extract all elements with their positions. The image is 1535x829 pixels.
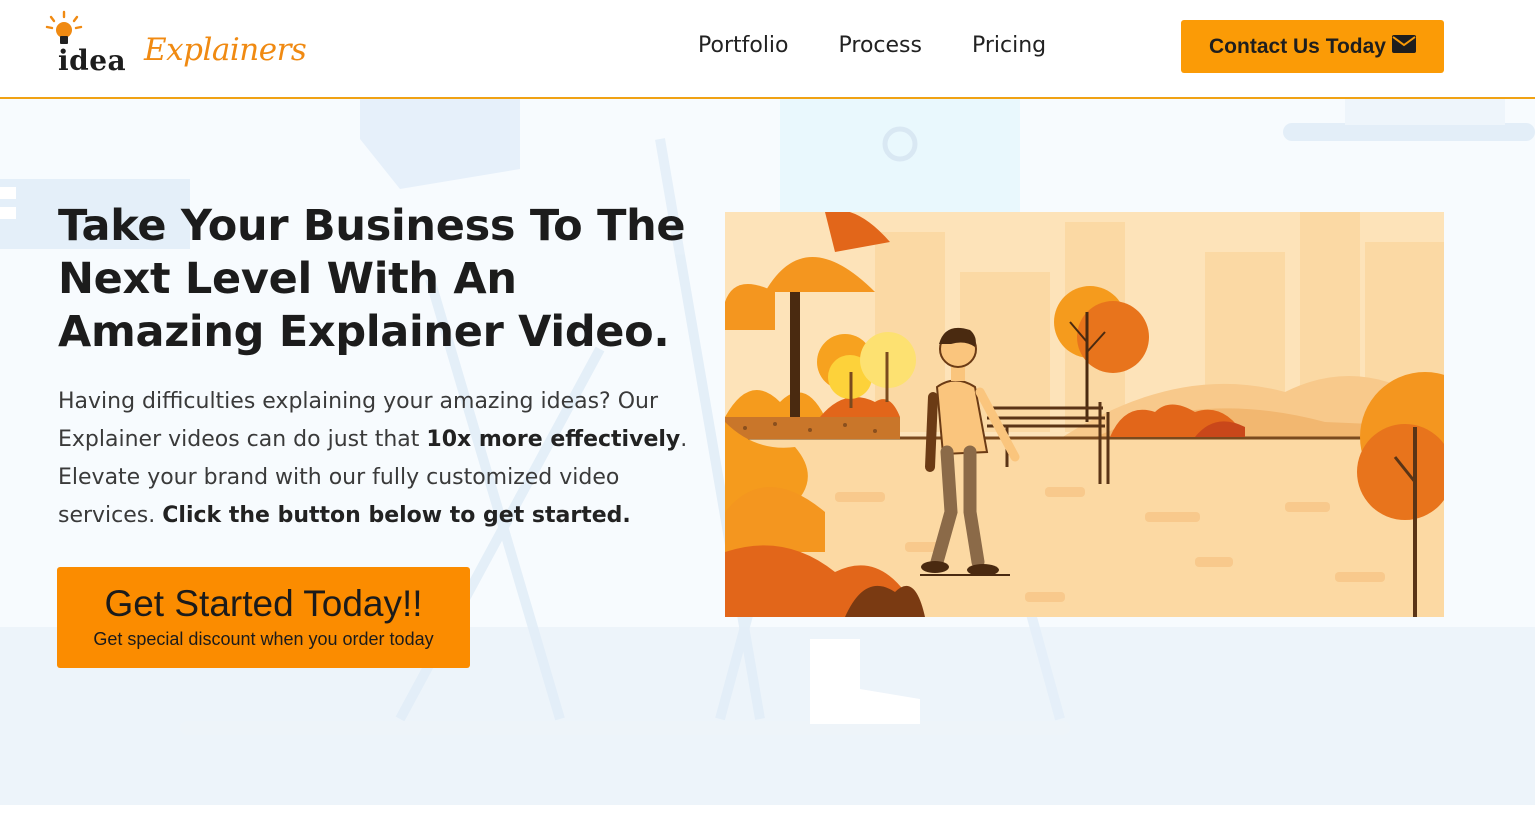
contact-us-label: Contact Us Today — [1209, 34, 1386, 58]
nav-pricing[interactable]: Pricing — [972, 32, 1046, 60]
hero-intro: Having difficulties explaining your amaz… — [58, 383, 698, 535]
logo-text-idea: idea — [58, 44, 127, 77]
main-nav: Portfolio Process Pricing — [698, 32, 1096, 60]
get-started-sublabel: Get special discount when you order toda… — [93, 629, 434, 649]
hero-intro-bold-2: Click the button below to get started. — [162, 503, 631, 528]
get-started-button[interactable]: Get Started Today!! Get special discount… — [57, 567, 470, 668]
hero-intro-bold-1: 10x more effectively — [426, 427, 681, 452]
site-header: idea Explainers Portfolio Process Pricin… — [0, 0, 1535, 99]
contact-us-button[interactable]: Contact Us Today — [1181, 20, 1444, 73]
explainer-video-player[interactable] — [725, 212, 1444, 617]
autumn-park-animation-thumbnail — [725, 212, 1444, 617]
get-started-label: Get Started Today!! — [104, 583, 423, 624]
site-logo[interactable]: idea Explainers — [44, 10, 307, 88]
hero-headline: Take Your Business To The Next Level Wit… — [58, 201, 686, 357]
logo-text-explainers: Explainers — [144, 32, 307, 68]
nav-process[interactable]: Process — [839, 32, 922, 60]
envelope-icon — [1391, 34, 1416, 59]
nav-portfolio[interactable]: Portfolio — [698, 32, 789, 60]
